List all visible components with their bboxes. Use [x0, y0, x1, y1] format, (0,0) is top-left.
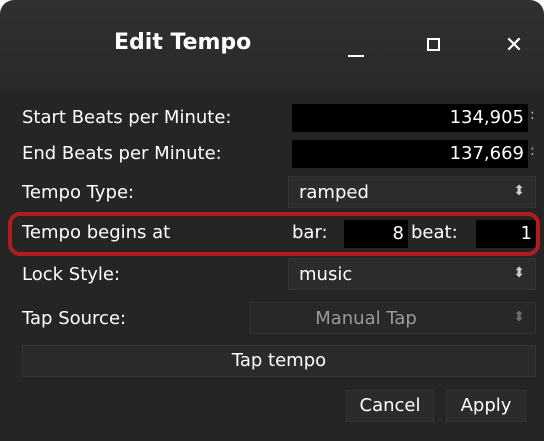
- chevron-updown-icon: ⬍: [513, 265, 525, 281]
- apply-button[interactable]: Apply: [446, 390, 526, 422]
- tap-source-select[interactable]: Manual Tap ⬍: [250, 302, 536, 334]
- tempo-type-label: Tempo Type:: [22, 182, 135, 203]
- tap-tempo-button[interactable]: Tap tempo: [22, 345, 536, 377]
- start-bpm-input[interactable]: 134,905: [292, 104, 528, 132]
- end-bpm-label: End Beats per Minute:: [22, 143, 222, 164]
- tap-source-label: Tap Source:: [22, 308, 127, 329]
- tap-source-row: Tap Source: Manual Tap ⬍: [0, 302, 544, 336]
- lock-style-row: Lock Style: music ⬍: [0, 258, 544, 292]
- tempo-type-value: ramped: [299, 182, 369, 203]
- close-button[interactable]: ✕: [496, 28, 532, 64]
- tap-source-value: Manual Tap: [315, 308, 417, 329]
- title-bar: Edit Tempo ✕: [0, 0, 544, 92]
- chevron-updown-icon: ⬍: [513, 183, 525, 199]
- start-bpm-spinner-icon[interactable]: :: [530, 108, 535, 122]
- maximize-button[interactable]: [416, 28, 452, 64]
- end-bpm-row: End Beats per Minute: 137,669 :: [0, 138, 544, 172]
- lock-style-label: Lock Style:: [22, 264, 121, 285]
- highlight-annotation: [8, 212, 540, 256]
- lock-style-value: music: [299, 264, 353, 285]
- minimize-button[interactable]: [338, 28, 374, 64]
- end-bpm-input[interactable]: 137,669: [292, 140, 528, 168]
- edit-tempo-dialog: Edit Tempo ✕ Start Beats per Minute: 134…: [0, 0, 544, 441]
- dialog-content: Start Beats per Minute: 134,905 : End Be…: [0, 92, 544, 441]
- close-icon: ✕: [504, 33, 524, 58]
- chevron-updown-icon: ⬍: [513, 309, 525, 325]
- end-bpm-spinner-icon[interactable]: :: [530, 144, 535, 158]
- tempo-type-select[interactable]: ramped ⬍: [288, 176, 536, 208]
- tempo-type-row: Tempo Type: ramped ⬍: [0, 176, 544, 210]
- start-bpm-row: Start Beats per Minute: 134,905 :: [0, 102, 544, 136]
- cancel-button[interactable]: Cancel: [346, 390, 434, 422]
- lock-style-select[interactable]: music ⬍: [288, 258, 536, 290]
- dialog-title: Edit Tempo: [114, 30, 252, 55]
- start-bpm-label: Start Beats per Minute:: [22, 107, 232, 128]
